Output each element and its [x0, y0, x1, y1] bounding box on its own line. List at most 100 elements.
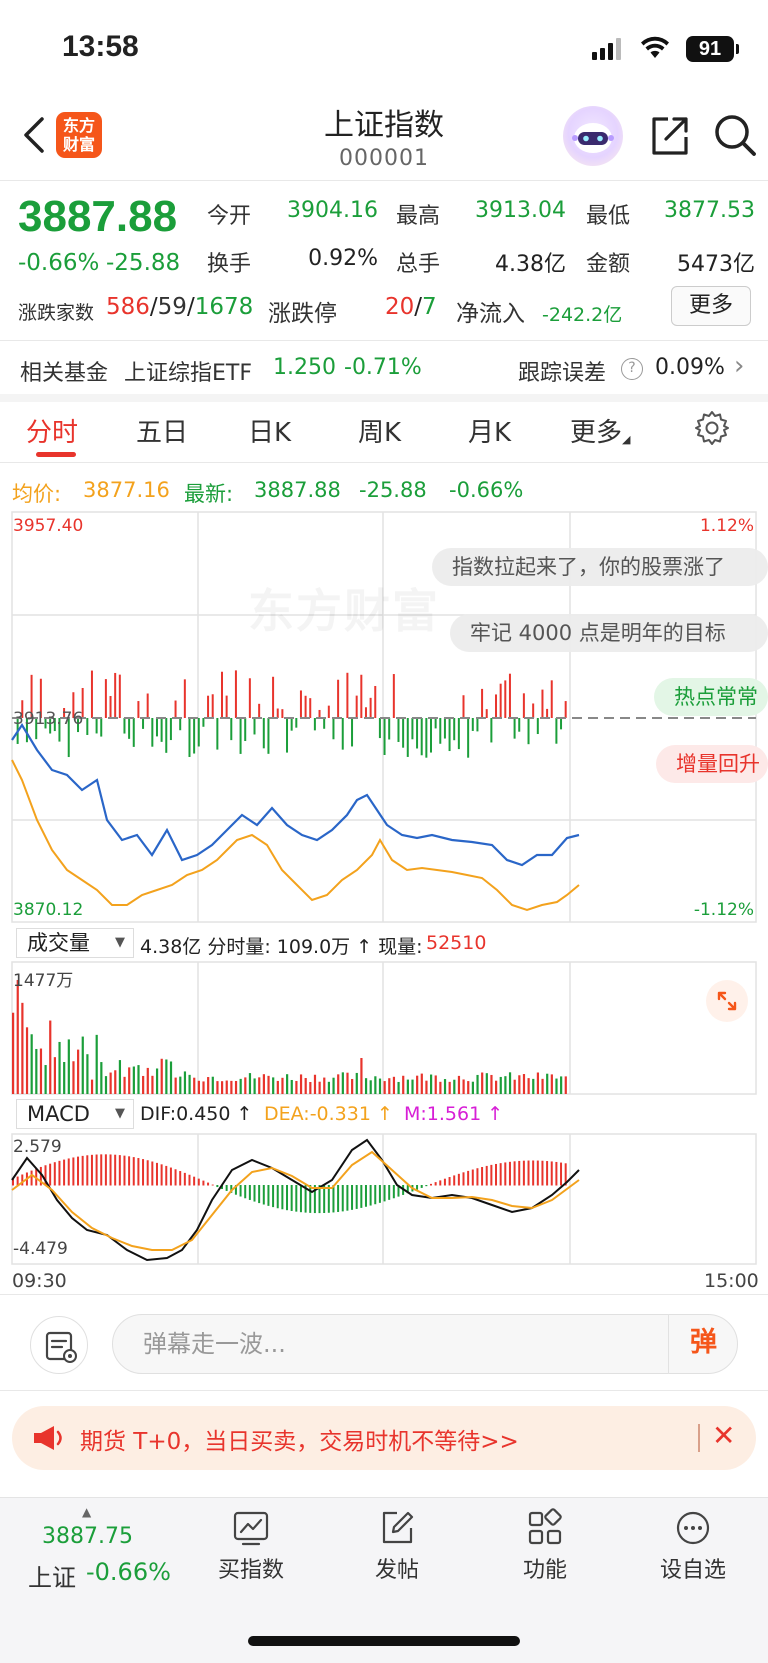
- volume-bar-down: [476, 1074, 479, 1094]
- related-fund-name[interactable]: 上证综指ETF: [124, 355, 252, 387]
- volume-bar-up: [220, 1081, 224, 1094]
- macd-bar-negative: [360, 1185, 363, 1208]
- indicator-select-volume[interactable]: 成交量 ▼: [16, 928, 134, 958]
- macd-bar-positive: [72, 1157, 75, 1186]
- macd-bar-positive: [67, 1158, 70, 1186]
- chart-trend-icon: [233, 1511, 269, 1546]
- tab-five-day[interactable]: 五日: [136, 412, 188, 449]
- volume-bubble[interactable]: 增量回升: [656, 745, 768, 783]
- y-bottom-label: 3870.12: [13, 900, 83, 920]
- volume-bar-down: [397, 1081, 400, 1094]
- outflow-bar: [295, 718, 298, 728]
- volume-bar-up: [160, 1058, 163, 1094]
- volume-bar-up: [53, 1057, 56, 1094]
- macd-bar-positive: [495, 1163, 498, 1186]
- caret-down-icon: ▼: [115, 935, 125, 950]
- tab-weekly-k[interactable]: 周K: [358, 412, 401, 449]
- bottom-index-change[interactable]: -0.66%: [86, 1558, 171, 1586]
- outflow-bar: [471, 718, 474, 731]
- outflow-bar: [448, 718, 451, 752]
- tab-more[interactable]: 更多◢: [570, 412, 630, 449]
- outflow-bar: [188, 718, 191, 757]
- macd-bar-positive: [179, 1171, 182, 1186]
- danmu-bubble[interactable]: 指数拉起来了，你的股票涨了: [432, 548, 768, 586]
- macd-bar-negative: [364, 1185, 367, 1207]
- volume-bar-up: [12, 1012, 15, 1094]
- flow-bars: [16, 670, 567, 758]
- indicator-select-macd[interactable]: MACD ▼: [16, 1099, 134, 1129]
- volume-bar-up: [276, 1080, 279, 1094]
- outflow-bar: [323, 718, 326, 729]
- chevron-right-icon[interactable]: ›: [734, 351, 744, 381]
- volume-bar-down: [546, 1073, 549, 1094]
- post-button[interactable]: 发帖: [342, 1508, 452, 1584]
- outflow-bar: [230, 718, 233, 741]
- inflow-bar: [146, 693, 149, 718]
- danmu-bubble[interactable]: 牢记 4000 点是明年的目标: [450, 614, 768, 652]
- macd-bar-negative: [281, 1185, 284, 1210]
- tab-daily-k[interactable]: 日K: [248, 412, 291, 449]
- volume-bar-up: [207, 1077, 210, 1094]
- high-label: 最高: [396, 204, 441, 229]
- outflow-bar: [286, 718, 289, 753]
- turnover-value: 0.92%: [308, 246, 378, 271]
- volume-bar-up: [536, 1072, 540, 1094]
- volume-bar-down: [58, 1041, 61, 1094]
- macd-bar-positive: [462, 1172, 465, 1186]
- volume-bar-up: [123, 1076, 126, 1094]
- amount-value: 5473亿: [677, 252, 755, 277]
- volume-bar-down: [137, 1065, 140, 1094]
- close-icon[interactable]: ✕: [712, 1419, 735, 1452]
- buy-index-button[interactable]: 买指数: [196, 1508, 306, 1584]
- help-icon[interactable]: ?: [621, 358, 643, 380]
- macd-bar-positive: [49, 1163, 52, 1186]
- tab-monthly-k[interactable]: 月K: [468, 412, 511, 449]
- volume-bar-up: [439, 1081, 442, 1094]
- search-icon[interactable]: [713, 113, 757, 157]
- tab-intraday[interactable]: 分时: [26, 412, 78, 449]
- promo-text[interactable]: 期货 T+0，当日买卖，交易时机不等待>>: [80, 1422, 519, 1456]
- volume-info: 4.38亿 分时量: 109.0万 ↑ 现量:: [140, 936, 423, 958]
- expand-icon[interactable]: [706, 980, 748, 1022]
- volume-label: 总手: [396, 252, 441, 277]
- macd-bar-positive: [490, 1164, 493, 1186]
- more-button[interactable]: 更多: [671, 286, 751, 326]
- volume-bar-up: [39, 1048, 43, 1094]
- danmu-send-button[interactable]: 弹: [668, 1314, 738, 1374]
- bottom-price[interactable]: 3887.75: [42, 1524, 133, 1549]
- macd-dea: DEA:-0.331 ↑: [264, 1103, 393, 1125]
- ai-assistant-avatar[interactable]: [563, 106, 623, 166]
- volume-bar-down: [104, 1076, 108, 1094]
- macd-bar-positive: [100, 1154, 103, 1186]
- macd-high-label: 2.579: [13, 1137, 62, 1157]
- bottom-index-name[interactable]: 上证: [28, 1558, 76, 1593]
- last-price-label: 最新:: [184, 482, 234, 506]
- macd-bar-positive: [518, 1160, 521, 1186]
- hotspot-bubble[interactable]: 热点常常: [654, 678, 768, 716]
- inflow-bar: [309, 698, 312, 718]
- inflow-bar: [327, 705, 330, 718]
- outflow-bar: [100, 718, 103, 737]
- macd-bar-positive: [541, 1160, 544, 1186]
- volume-bar-down: [81, 1036, 84, 1094]
- outflow-bar: [527, 718, 530, 745]
- features-button[interactable]: 功能: [490, 1508, 600, 1584]
- inflow-bar: [462, 695, 465, 718]
- macd-bar-negative: [351, 1185, 354, 1210]
- outflow-bar: [434, 718, 437, 729]
- macd-bar-positive: [211, 1184, 214, 1186]
- add-watchlist-button[interactable]: 设自选: [638, 1508, 748, 1584]
- gear-icon[interactable]: [694, 410, 730, 446]
- promo-separator: [698, 1424, 700, 1452]
- inflow-bar: [374, 685, 377, 718]
- breadth-down: 1678: [194, 294, 254, 320]
- open-value: 3904.16: [287, 198, 378, 223]
- danmu-input[interactable]: 弹幕走一波...: [112, 1314, 738, 1374]
- macd-bar-positive: [63, 1159, 66, 1186]
- volume-bar-down: [508, 1072, 512, 1094]
- inflow-bar: [318, 709, 321, 718]
- inflow-bar: [234, 670, 237, 718]
- notes-button[interactable]: [30, 1316, 88, 1374]
- share-icon[interactable]: [648, 115, 690, 157]
- input-divider: [0, 1390, 768, 1391]
